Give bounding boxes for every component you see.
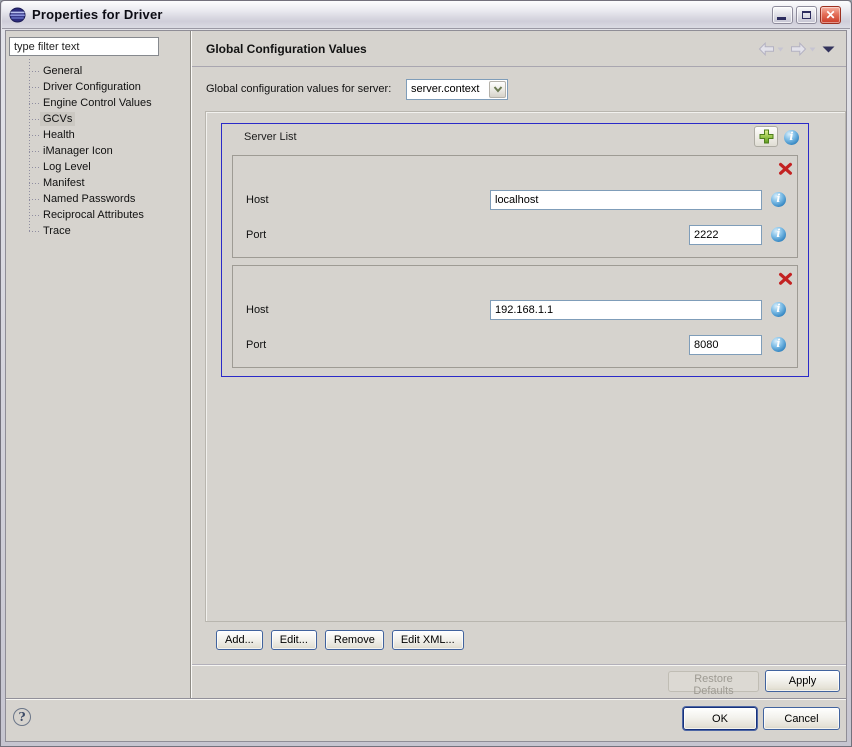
close-icon: ✕ xyxy=(825,7,836,22)
tree-connector xyxy=(29,199,40,200)
apply-separator xyxy=(192,664,846,666)
tree-connector xyxy=(29,151,40,152)
edit-button[interactable]: Edit... xyxy=(270,630,317,650)
port-info-button[interactable]: i xyxy=(771,337,786,352)
server-combo-value: server.context xyxy=(411,83,480,95)
server-selector-label: Global configuration values for server: xyxy=(206,83,392,95)
view-menu-button[interactable] xyxy=(821,45,836,54)
filter-input[interactable] xyxy=(9,37,159,56)
tree-connector xyxy=(29,71,40,72)
host-field[interactable] xyxy=(490,190,762,210)
maximize-icon xyxy=(802,10,811,19)
tree-connector xyxy=(29,167,40,168)
server-entry: Host i Port i xyxy=(232,265,798,368)
server-list-title: Server List xyxy=(244,131,297,143)
apply-button[interactable]: Apply xyxy=(765,670,840,692)
tree-connector xyxy=(29,183,40,184)
back-arrow-icon xyxy=(758,42,774,56)
server-list-panel: Server List i Host localhost i Port 2222… xyxy=(221,123,809,377)
dialog-button-bar: ? OK Cancel xyxy=(6,698,846,741)
sidebar-item-reciprocal-attributes[interactable]: Reciprocal Attributes xyxy=(6,207,190,223)
remove-button[interactable]: Remove xyxy=(324,630,384,650)
tree-connector xyxy=(29,231,40,232)
sidebar-item-general[interactable]: General xyxy=(6,63,190,79)
ok-button[interactable]: OK xyxy=(683,707,757,730)
host-info-button[interactable]: i xyxy=(771,302,786,317)
sidebar-item-manifest[interactable]: Manifest xyxy=(6,175,190,191)
sidebar-item-trace[interactable]: Trace xyxy=(6,223,190,239)
cancel-button[interactable]: Cancel xyxy=(763,707,840,730)
delete-x-icon xyxy=(778,162,792,175)
chevron-down-icon xyxy=(493,86,502,93)
list-action-buttons: Add... Edit... Remove Edit XML... xyxy=(216,630,464,650)
host-info-button[interactable]: i xyxy=(771,192,786,207)
combo-dropdown-button[interactable] xyxy=(489,81,506,98)
delete-x-icon xyxy=(778,272,792,285)
minimize-icon xyxy=(777,16,786,20)
minimize-button[interactable] xyxy=(772,5,793,24)
host-field[interactable] xyxy=(490,300,762,320)
plus-icon xyxy=(759,129,773,144)
eclipse-logo-icon xyxy=(9,7,26,22)
category-tree: General Driver Configuration Engine Cont… xyxy=(6,59,190,239)
port-label: Port xyxy=(246,339,267,351)
forward-arrow-icon xyxy=(791,42,807,56)
title-bar[interactable]: Properties for Driver ✕ xyxy=(2,1,850,29)
gcv-scroll-area: Server List i Host localhost i Port 2222… xyxy=(205,111,846,622)
add-button[interactable]: Add... xyxy=(216,630,263,650)
history-nav xyxy=(757,41,836,57)
restore-defaults-button: Restore Defaults xyxy=(668,671,759,697)
forward-button[interactable] xyxy=(789,41,817,57)
gcv-page: Global Configuration Values Global confi… xyxy=(192,31,846,698)
port-label: Port xyxy=(246,229,267,241)
page-title: Global Configuration Values xyxy=(206,42,367,56)
port-field[interactable] xyxy=(689,335,762,355)
back-button[interactable] xyxy=(757,41,785,57)
tree-connector xyxy=(29,103,40,104)
sidebar-item-imanager-icon[interactable]: iManager Icon xyxy=(6,143,190,159)
window-title: Properties for Driver xyxy=(32,7,163,22)
tree-connector xyxy=(29,135,40,136)
port-field[interactable] xyxy=(689,225,762,245)
sidebar-item-named-passwords[interactable]: Named Passwords xyxy=(6,191,190,207)
view-menu-icon xyxy=(822,46,835,52)
category-sidebar: General Driver Configuration Engine Cont… xyxy=(6,31,190,698)
close-button[interactable]: ✕ xyxy=(820,5,841,24)
sidebar-item-engine-control-values[interactable]: Engine Control Values xyxy=(6,95,190,111)
sidebar-item-log-level[interactable]: Log Level xyxy=(6,159,190,175)
sidebar-item-gcvs[interactable]: GCVs xyxy=(6,111,190,127)
port-info-button[interactable]: i xyxy=(771,227,786,242)
maximize-button[interactable] xyxy=(796,5,817,24)
add-server-button[interactable] xyxy=(754,126,778,147)
delete-entry-button[interactable] xyxy=(778,162,793,176)
tree-connector xyxy=(29,215,40,216)
server-entry: Host i Port i xyxy=(232,155,798,258)
dialog-body: General Driver Configuration Engine Cont… xyxy=(5,30,847,742)
sidebar-item-health[interactable]: Health xyxy=(6,127,190,143)
page-header: Global Configuration Values xyxy=(192,31,846,67)
server-list-info-button[interactable]: i xyxy=(784,130,799,145)
properties-dialog: Properties for Driver ✕ General Driver C… xyxy=(0,0,852,747)
server-combo[interactable]: server.context xyxy=(406,79,508,100)
help-button[interactable]: ? xyxy=(13,708,31,726)
sidebar-item-driver-configuration[interactable]: Driver Configuration xyxy=(6,79,190,95)
back-menu-chevron-icon xyxy=(777,47,784,51)
delete-entry-button[interactable] xyxy=(778,272,793,286)
forward-menu-chevron-icon xyxy=(809,47,816,51)
tree-connector xyxy=(29,119,40,120)
host-label: Host xyxy=(246,194,269,206)
tree-connector xyxy=(29,87,40,88)
edit-xml-button[interactable]: Edit XML... xyxy=(391,630,464,650)
host-label: Host xyxy=(246,304,269,316)
